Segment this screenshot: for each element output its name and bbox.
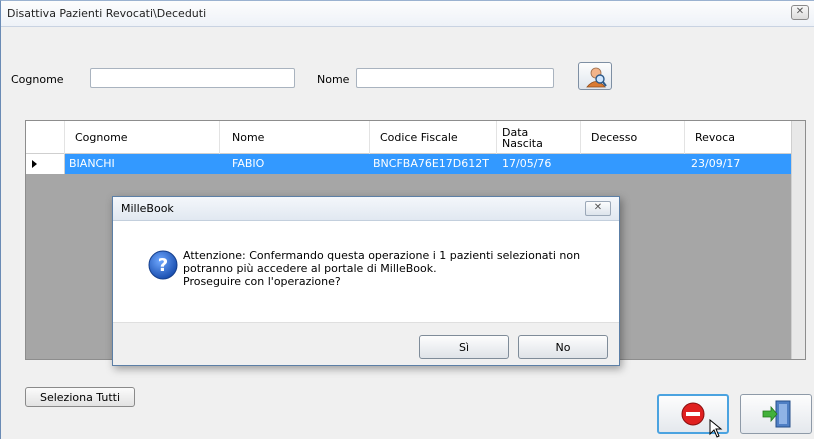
- confirm-dialog: MilleBook ✕ ? Attenzione: Confermando qu…: [112, 196, 620, 366]
- exit-door-icon: [762, 400, 791, 428]
- header-codice-fiscale[interactable]: Codice Fiscale: [370, 121, 497, 154]
- mouse-pointer-icon: [709, 419, 723, 438]
- cognome-input[interactable]: [90, 68, 295, 88]
- header-cognome[interactable]: Cognome: [65, 121, 220, 154]
- header-nome[interactable]: Nome: [220, 121, 370, 154]
- cell-codice-fiscale: BNCFBA76E17D612T: [373, 157, 489, 170]
- header-decesso[interactable]: Decesso: [581, 121, 685, 154]
- dialog-close-button[interactable]: ✕: [585, 201, 611, 216]
- question-icon: ?: [147, 249, 179, 281]
- exit-button[interactable]: [740, 394, 812, 434]
- nome-input[interactable]: [356, 68, 554, 88]
- user-search-icon: [586, 67, 607, 88]
- nome-label: Nome: [317, 73, 350, 86]
- row-indicator[interactable]: [26, 154, 65, 174]
- search-button[interactable]: [578, 62, 612, 90]
- cell-revoca: 23/09/17: [691, 157, 741, 170]
- window-titlebar: Disattiva Pazienti Revocati\Deceduti ✕: [1, 1, 814, 27]
- header-data-nascita[interactable]: Data Nascita: [497, 121, 581, 154]
- current-row-arrow-icon: [32, 160, 37, 168]
- dialog-titlebar: MilleBook ✕: [113, 197, 619, 221]
- cell-data-nascita: 17/05/76: [502, 157, 552, 170]
- header-revoca[interactable]: Revoca: [685, 121, 793, 154]
- cognome-label: Cognome: [11, 73, 64, 86]
- main-window: Disattiva Pazienti Revocati\Deceduti ✕ C…: [0, 0, 814, 439]
- table-row[interactable]: BIANCHI FABIO BNCFBA76E17D612T 17/05/76 …: [26, 154, 793, 174]
- window-close-button[interactable]: ✕: [791, 5, 809, 20]
- cell-nome: FABIO: [232, 157, 265, 170]
- dialog-title: MilleBook: [121, 202, 174, 215]
- dialog-message: Attenzione: Confermando questa operazion…: [183, 249, 581, 288]
- yes-button[interactable]: Sì: [419, 335, 509, 359]
- grid-header: Cognome Nome Codice Fiscale Data Nascita…: [26, 121, 793, 154]
- cell-cognome: BIANCHI: [69, 157, 115, 170]
- select-all-button[interactable]: Seleziona Tutti: [25, 387, 135, 407]
- grid-scrollbar[interactable]: [791, 121, 805, 359]
- no-button[interactable]: No: [518, 335, 608, 359]
- window-title: Disattiva Pazienti Revocati\Deceduti: [7, 7, 207, 20]
- header-row-indicator: [26, 121, 65, 154]
- svg-text:?: ?: [158, 255, 168, 276]
